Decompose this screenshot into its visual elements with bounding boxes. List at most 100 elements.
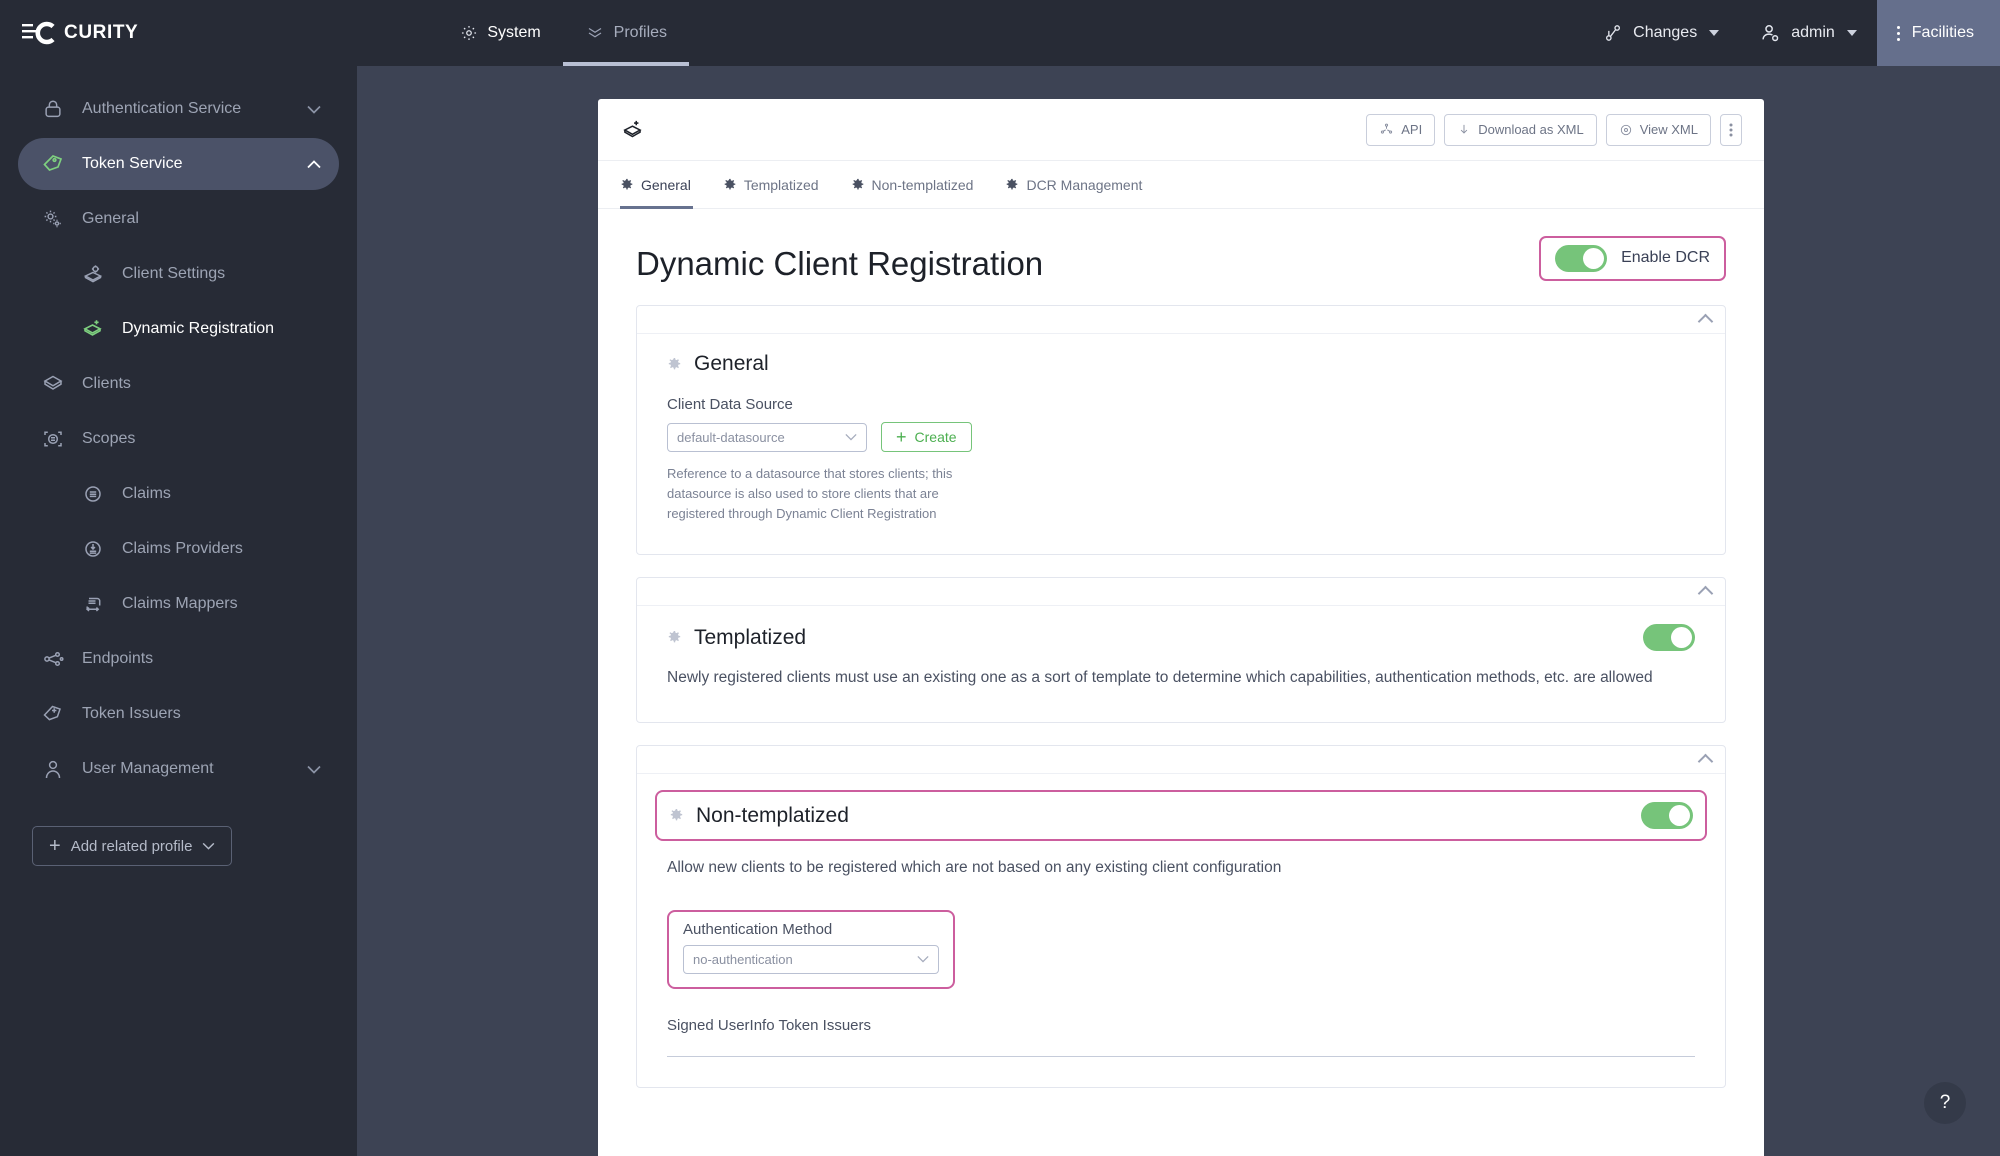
chevron-down-icon[interactable] [307, 105, 321, 114]
enable-dcr-toggle[interactable] [1555, 244, 1608, 272]
user-label: admin [1791, 24, 1835, 41]
templatized-toggle[interactable] [1643, 624, 1695, 652]
section-general-collapse-bar [637, 306, 1725, 334]
section-non-templatized: Non-templatized Allow new clients to be … [636, 745, 1726, 1088]
tab-templatized[interactable]: Templatized [707, 161, 835, 209]
authentication-method-label: Authentication Method [683, 920, 833, 938]
sidebar-item-dynamic-registration[interactable]: Dynamic Registration [18, 303, 339, 355]
sidebar-item-claims-mappers[interactable]: Claims Mappers [18, 578, 339, 630]
toolbar-actions: API Download as XML View XML [1366, 113, 1742, 146]
help-question-icon: ? [1939, 1092, 1951, 1113]
sidebar-item-user-management[interactable]: User Management [18, 743, 339, 795]
section-general-body: General Client Data Source default-datas… [637, 334, 1725, 554]
create-label: Create [914, 429, 957, 445]
sidebar-label: Claims Providers [122, 540, 243, 557]
tab-dcr-management[interactable]: DCR Management [989, 161, 1158, 209]
facilities-button[interactable]: Facilities [1876, 0, 2000, 66]
client-data-source-row: default-datasource + Create [667, 422, 1695, 452]
signed-userinfo-token-issuers-field[interactable]: Signed UserInfo Token Issuers [667, 1017, 1695, 1057]
create-datasource-button[interactable]: + Create [881, 422, 972, 452]
sidebar-item-token-issuers[interactable]: Token Issuers [18, 688, 339, 740]
download-xml-button[interactable]: Download as XML [1444, 113, 1597, 146]
sidebar-item-claims-providers[interactable]: Claims Providers [18, 523, 339, 575]
tab-label: Templatized [743, 176, 819, 193]
sidebar-item-claims[interactable]: Claims [18, 468, 339, 520]
client-data-source-select[interactable]: default-datasource [667, 422, 867, 452]
changes-menu[interactable]: Changes [1583, 0, 1739, 66]
client-data-source-label: Client Data Source [667, 396, 793, 413]
enable-dcr-label: Enable DCR [1621, 249, 1710, 266]
tab-bar: General Templatized Non-templatized DCR … [598, 161, 1764, 209]
view-xml-button[interactable]: View XML [1605, 113, 1711, 146]
chevron-down-icon[interactable] [307, 765, 321, 774]
section-non-templatized-body: Non-templatized Allow new clients to be … [637, 774, 1725, 1087]
chevron-down-icon [845, 433, 857, 441]
token-icon [40, 151, 66, 177]
sidebar-label: Client Settings [122, 265, 226, 282]
kebab-icon [1729, 122, 1733, 138]
authentication-method-select[interactable]: no-authentication [683, 944, 939, 974]
enable-dcr-control[interactable]: Enable DCR [1539, 235, 1726, 281]
tab-label: General [641, 176, 691, 193]
endpoints-icon [40, 646, 66, 672]
authentication-method-value: no-authentication [693, 951, 793, 967]
download-xml-label: Download as XML [1478, 122, 1584, 137]
chevron-up-icon[interactable] [1697, 586, 1714, 602]
brand-name: CURITY [64, 22, 139, 43]
view-xml-label: View XML [1639, 122, 1698, 137]
user-avatar-icon [1759, 22, 1781, 44]
sidebar-item-clients[interactable]: Clients [18, 358, 339, 410]
chevron-up-icon[interactable] [307, 159, 321, 169]
section-non-templatized-title: Non-templatized [696, 803, 849, 827]
chevron-up-icon[interactable] [1697, 313, 1714, 330]
box-gear-icon [80, 261, 106, 287]
section-templatized: Templatized Newly registered clients mus… [636, 577, 1726, 724]
non-templatized-toggle[interactable] [1641, 802, 1693, 830]
box-plus-icon [620, 117, 646, 143]
topnav-item-profiles[interactable]: Profiles [562, 0, 690, 66]
api-graph-icon [1379, 122, 1394, 137]
api-button[interactable]: API [1366, 113, 1436, 146]
sidebar-label: General [82, 210, 139, 227]
section-templatized-description: Newly registered clients must use an exi… [667, 669, 1653, 687]
sidebar-item-general[interactable]: General [18, 193, 339, 245]
claims-provider-icon [80, 536, 106, 562]
sidebar-item-scopes[interactable]: Scopes [18, 413, 339, 465]
help-button[interactable]: ? [1924, 1082, 1966, 1124]
page-title: Dynamic Client Registration [636, 245, 1044, 282]
box-plus-icon [80, 316, 106, 342]
signed-userinfo-token-issuers-input[interactable] [667, 1055, 1695, 1057]
sidebar-item-client-settings[interactable]: Client Settings [18, 248, 339, 300]
signed-userinfo-token-issuers-label: Signed UserInfo Token Issuers [667, 1016, 872, 1034]
user-menu[interactable]: admin [1739, 0, 1877, 66]
plus-icon: + [896, 427, 907, 447]
topnav-item-system[interactable]: System [438, 0, 562, 66]
gear-icon [620, 178, 634, 192]
chevron-down-icon [1846, 30, 1857, 36]
scope-icon [40, 426, 66, 452]
chevron-up-icon[interactable] [1697, 753, 1714, 770]
box-icon [40, 371, 66, 397]
client-data-source-value: default-datasource [677, 429, 785, 445]
sidebar-item-endpoints[interactable]: Endpoints [18, 633, 339, 685]
branch-icon [1603, 22, 1623, 44]
section-templatized-header: Templatized [667, 624, 1695, 652]
changes-label: Changes [1633, 24, 1698, 41]
tab-general[interactable]: General [620, 161, 707, 209]
section-non-templatized-collapse-bar [637, 746, 1725, 775]
brand-logo[interactable]: CURITY [22, 20, 138, 46]
sidebar-item-authentication-service[interactable]: Authentication Service [18, 83, 339, 135]
add-related-profile-button[interactable]: + Add related profile [32, 826, 233, 866]
more-options-button[interactable] [1720, 113, 1742, 146]
gear-icon [667, 357, 682, 372]
card-toolbar: API Download as XML View XML [598, 99, 1764, 161]
tab-non-templatized[interactable]: Non-templatized [835, 161, 990, 209]
chevron-down-icon [917, 955, 929, 963]
sidebar-item-token-service[interactable]: Token Service [18, 138, 339, 190]
section-general-title: General [694, 352, 769, 375]
page-header: Dynamic Client Registration Enable DCR [636, 233, 1726, 283]
sidebar-label: User Management [82, 760, 214, 777]
chevron-down-icon [1709, 30, 1720, 36]
api-label: API [1401, 122, 1423, 137]
sidebar-label: Claims [122, 485, 171, 502]
